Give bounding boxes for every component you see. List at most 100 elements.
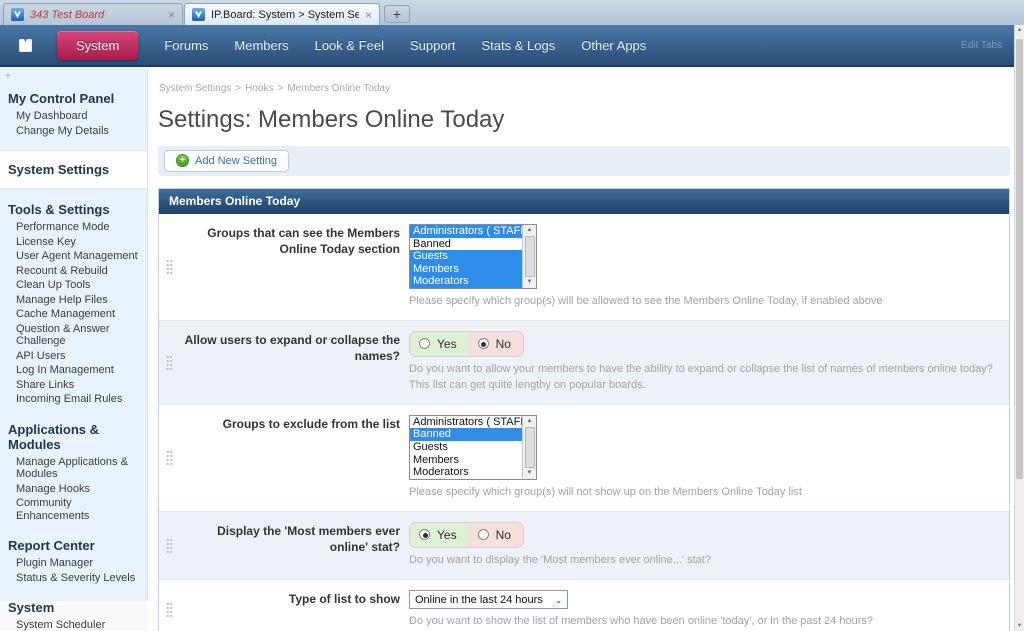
sidebar-item-change-my-details[interactable]: Change My Details bbox=[0, 124, 147, 139]
radio-no[interactable]: No bbox=[468, 522, 523, 547]
toolbar: + Add New Setting bbox=[158, 146, 1010, 176]
sidebar-item-manage-hooks[interactable]: Manage Hooks bbox=[0, 482, 147, 497]
sidebar-item-manage-applications-modules[interactable]: Manage Applications & Modules bbox=[0, 455, 147, 482]
listbox-option[interactable]: Members bbox=[410, 262, 522, 276]
close-icon[interactable]: × bbox=[365, 9, 372, 21]
breadcrumb-item[interactable]: Members Online Today bbox=[287, 83, 390, 94]
add-new-setting-button[interactable]: + Add New Setting bbox=[164, 150, 289, 172]
nav-item-support[interactable]: Support bbox=[397, 38, 469, 53]
list-type-select[interactable]: Online in the last 24 hours ⌄ bbox=[409, 590, 569, 610]
ipboard-favicon-icon bbox=[192, 8, 205, 21]
nav-item-stats-and-logs[interactable]: Stats & Logs bbox=[469, 38, 569, 53]
sidebar-collapse-icon[interactable]: + bbox=[0, 69, 147, 83]
scrollbar-thumb[interactable] bbox=[524, 426, 535, 468]
radio-label: No bbox=[495, 336, 511, 351]
listbox-option[interactable]: Banned bbox=[410, 428, 522, 441]
drag-handle-icon[interactable] bbox=[166, 450, 173, 466]
scroll-down-icon[interactable]: ▼ bbox=[527, 278, 533, 287]
setting-help: Please specify which group(s) will not s… bbox=[409, 485, 802, 498]
nav-item-other-apps[interactable]: Other Apps bbox=[568, 38, 659, 53]
add-button-label: Add New Setting bbox=[195, 154, 277, 167]
setting-label: Allow users to expand or collapse the na… bbox=[184, 332, 400, 364]
yes-no-toggle: Yes No bbox=[409, 330, 524, 357]
chevron-down-icon: ⌄ bbox=[554, 594, 563, 605]
listbox-option[interactable]: Moderators bbox=[410, 275, 522, 288]
sidebar-section-tools-and-settings: Tools & Settings Performance Mode Licens… bbox=[0, 194, 147, 414]
sidebar-item-license-key[interactable]: License Key bbox=[0, 235, 147, 250]
listbox-scrollbar[interactable]: ▲ ▼ bbox=[522, 415, 536, 479]
nav-item-look-and-feel[interactable]: Look & Feel bbox=[302, 38, 397, 53]
scroll-down-icon[interactable]: ▼ bbox=[1015, 623, 1024, 629]
radio-label: Yes bbox=[437, 336, 457, 351]
sidebar-item-system-scheduler[interactable]: System Scheduler bbox=[0, 618, 147, 631]
drag-handle-icon[interactable] bbox=[166, 259, 173, 275]
ips-logo-icon bbox=[19, 38, 32, 52]
scrollbar-thumb[interactable] bbox=[524, 236, 535, 277]
drag-handle-icon[interactable] bbox=[166, 537, 173, 553]
sidebar-item-my-dashboard[interactable]: My Dashboard bbox=[0, 109, 147, 124]
drag-handle-icon[interactable] bbox=[166, 354, 173, 370]
sidebar-item-share-links[interactable]: Share Links bbox=[0, 378, 147, 393]
nav-item-forums[interactable]: Forums bbox=[151, 38, 221, 53]
listbox-option[interactable]: Moderators bbox=[410, 466, 522, 479]
sidebar-item-manage-help-files[interactable]: Manage Help Files bbox=[0, 293, 147, 308]
page-body: + My Control Panel My Dashboard Change M… bbox=[0, 67, 1024, 631]
sidebar-item-cache-management[interactable]: Cache Management bbox=[0, 307, 147, 322]
sidebar-item-user-agent-management[interactable]: User Agent Management bbox=[0, 249, 147, 264]
sidebar-section-applications-modules: Applications & Modules Manage Applicatio… bbox=[0, 414, 147, 531]
sidebar-item-performance-mode[interactable]: Performance Mode bbox=[0, 220, 147, 235]
sidebar-item-plugin-manager[interactable]: Plugin Manager bbox=[0, 556, 147, 571]
listbox-option[interactable]: Guests bbox=[410, 441, 522, 454]
sidebar-item-community-enhancements[interactable]: Community Enhancements bbox=[0, 496, 147, 523]
settings-panel: Members Online Today Groups that can see… bbox=[158, 188, 1010, 631]
groups-exclude-multiselect[interactable]: Administrators ( STAFF ) Banned Guests M… bbox=[409, 414, 537, 480]
scroll-up-icon[interactable]: ▲ bbox=[1015, 27, 1024, 33]
new-tab-button[interactable]: + bbox=[384, 5, 410, 23]
sidebar-section-title: Report Center bbox=[8, 538, 95, 553]
breadcrumb-separator: > bbox=[235, 83, 242, 94]
browser-tab-system-settings[interactable]: IP.Board: System > System Settings × bbox=[184, 3, 380, 25]
listbox-scrollbar[interactable]: ▲ ▼ bbox=[522, 225, 536, 288]
setting-help: Please specify which group(s) will be al… bbox=[409, 294, 883, 307]
sidebar-item-status-severity-levels[interactable]: Status & Severity Levels bbox=[0, 571, 147, 586]
sidebar-item-question-answer-challenge[interactable]: Question & Answer Challenge bbox=[0, 322, 147, 349]
page-scrollbar[interactable]: ▲ ▼ bbox=[1014, 25, 1024, 631]
scroll-up-icon[interactable]: ▲ bbox=[527, 226, 533, 235]
breadcrumb-separator: > bbox=[277, 83, 284, 94]
radio-checked-icon bbox=[419, 529, 430, 541]
sidebar-section-system-settings[interactable]: System Settings bbox=[0, 150, 147, 189]
scrollbar-thumb[interactable] bbox=[1016, 39, 1023, 479]
browser-tab-test-board[interactable]: 343 Test Board × bbox=[3, 3, 183, 25]
sidebar-item-clean-up-tools[interactable]: Clean Up Tools bbox=[0, 278, 147, 293]
sidebar-item-api-users[interactable]: API Users bbox=[0, 349, 147, 364]
listbox-option[interactable]: Guests bbox=[410, 250, 522, 263]
close-icon[interactable]: × bbox=[168, 9, 175, 21]
scroll-up-icon[interactable]: ▲ bbox=[527, 417, 533, 426]
setting-row-most-members-stat: Display the 'Most members ever online' s… bbox=[159, 510, 1009, 579]
nav-item-members[interactable]: Members bbox=[221, 38, 301, 53]
listbox-option[interactable]: Administrators ( STAFF ) bbox=[410, 225, 522, 238]
breadcrumb-item[interactable]: Hooks bbox=[245, 83, 273, 94]
sidebar-item-recount-rebuild[interactable]: Recount & Rebuild bbox=[0, 264, 147, 279]
sidebar-item-incoming-email-rules[interactable]: Incoming Email Rules bbox=[0, 392, 147, 407]
nav-item-system[interactable]: System bbox=[57, 30, 139, 60]
setting-help: Do you want to show the list of members … bbox=[409, 615, 874, 628]
breadcrumb-item[interactable]: System Settings bbox=[159, 83, 231, 94]
sidebar-item-log-in-management[interactable]: Log In Management bbox=[0, 363, 147, 378]
breadcrumb: System Settings > Hooks > Members Online Tod… bbox=[159, 83, 1010, 94]
listbox-option[interactable]: Administrators ( STAFF ) bbox=[410, 416, 522, 429]
scroll-down-icon[interactable]: ▼ bbox=[527, 469, 533, 478]
sidebar-section-title[interactable]: System Settings bbox=[0, 159, 147, 180]
ipboard-favicon-icon bbox=[11, 8, 24, 21]
page-title: Settings: Members Online Today bbox=[158, 106, 505, 133]
listbox-option[interactable]: Banned bbox=[410, 238, 522, 251]
radio-yes[interactable]: Yes bbox=[410, 331, 469, 356]
panel-title: Members Online Today bbox=[159, 189, 1009, 214]
tab-title: 343 Test Board bbox=[30, 8, 105, 21]
yes-no-toggle: Yes No bbox=[409, 521, 524, 548]
groups-see-multiselect[interactable]: Administrators ( STAFF ) Banned Guests M… bbox=[409, 224, 537, 289]
radio-yes[interactable]: Yes bbox=[410, 522, 469, 547]
drag-handle-icon[interactable] bbox=[166, 602, 173, 618]
listbox-option[interactable]: Members bbox=[410, 454, 522, 467]
radio-no[interactable]: No bbox=[468, 331, 523, 356]
